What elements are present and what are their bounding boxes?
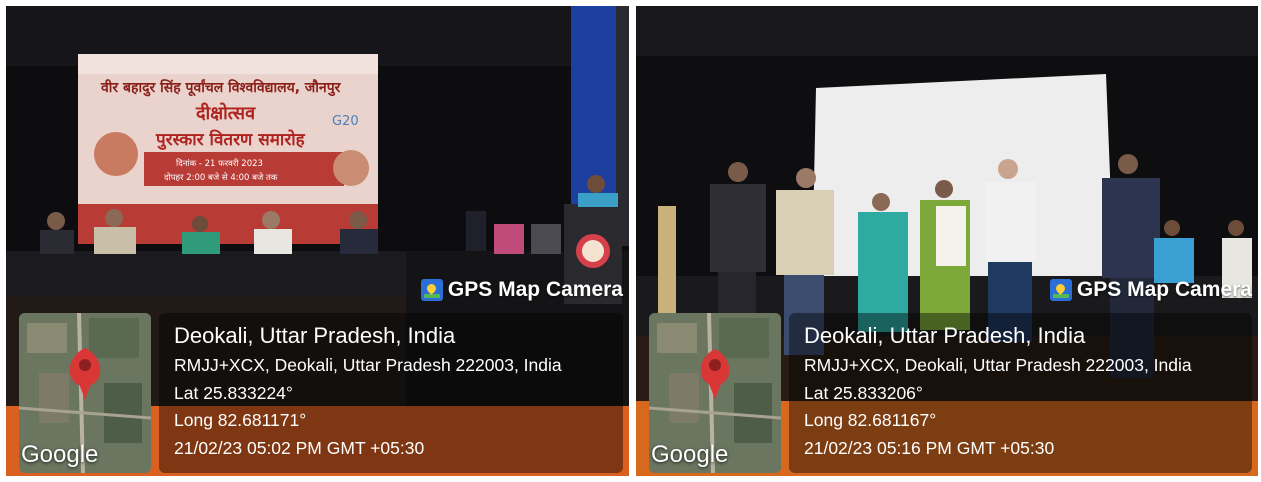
banner-g20: G20 bbox=[332, 114, 359, 129]
gps-map-camera-icon bbox=[420, 279, 443, 301]
google-label: Google bbox=[651, 441, 729, 468]
location-info-panel: Deokali, Uttar Pradesh, India RMJJ+XCX, … bbox=[789, 313, 1252, 473]
gps-map-camera-icon bbox=[1049, 279, 1072, 301]
latitude: Lat 25.833224° bbox=[174, 383, 293, 403]
location-title: Deokali, Uttar Pradesh, India bbox=[804, 323, 1086, 348]
banner-title: दीक्षोत्सव bbox=[195, 102, 256, 124]
brand-label: GPS Map Camera bbox=[447, 278, 623, 301]
gps-map-camera-brand: GPS Map Camera bbox=[420, 278, 623, 302]
gps-map-camera-brand: GPS Map Camera bbox=[1049, 278, 1252, 302]
photo-left: वीर बहादुर सिंह पूर्वांचल विश्वविद्यालय,… bbox=[6, 6, 629, 476]
map-thumbnail: Google bbox=[19, 313, 151, 473]
banner-time: दोपहर 2:00 बजे से 4:00 बजे तक bbox=[164, 172, 278, 183]
banner-date: दिनांक - 21 फरवरी 2023 bbox=[176, 158, 263, 169]
timestamp: 21/02/23 05:16 PM GMT +05:30 bbox=[804, 438, 1055, 458]
map-thumbnail: Google bbox=[649, 313, 781, 473]
location-title: Deokali, Uttar Pradesh, India bbox=[174, 323, 456, 348]
location-info-panel: Deokali, Uttar Pradesh, India RMJJ+XCX, … bbox=[159, 313, 623, 473]
latitude: Lat 25.833206° bbox=[804, 383, 923, 403]
address-line: RMJJ+XCX, Deokali, Uttar Pradesh 222003,… bbox=[174, 355, 562, 375]
banner-header: वीर बहादुर सिंह पूर्वांचल विश्वविद्यालय,… bbox=[100, 79, 342, 97]
photo-right: GPS Map Camera Google Deokali, Uttar Pra… bbox=[636, 6, 1258, 476]
longitude: Long 82.681167° bbox=[804, 410, 937, 430]
longitude: Long 82.681171° bbox=[174, 410, 307, 430]
brand-label: GPS Map Camera bbox=[1076, 278, 1252, 301]
timestamp: 21/02/23 05:02 PM GMT +05:30 bbox=[174, 438, 425, 458]
address-line: RMJJ+XCX, Deokali, Uttar Pradesh 222003,… bbox=[804, 355, 1192, 375]
banner-subtitle: पुरस्कार वितरण समारोह bbox=[155, 129, 306, 150]
google-label: Google bbox=[21, 441, 99, 468]
